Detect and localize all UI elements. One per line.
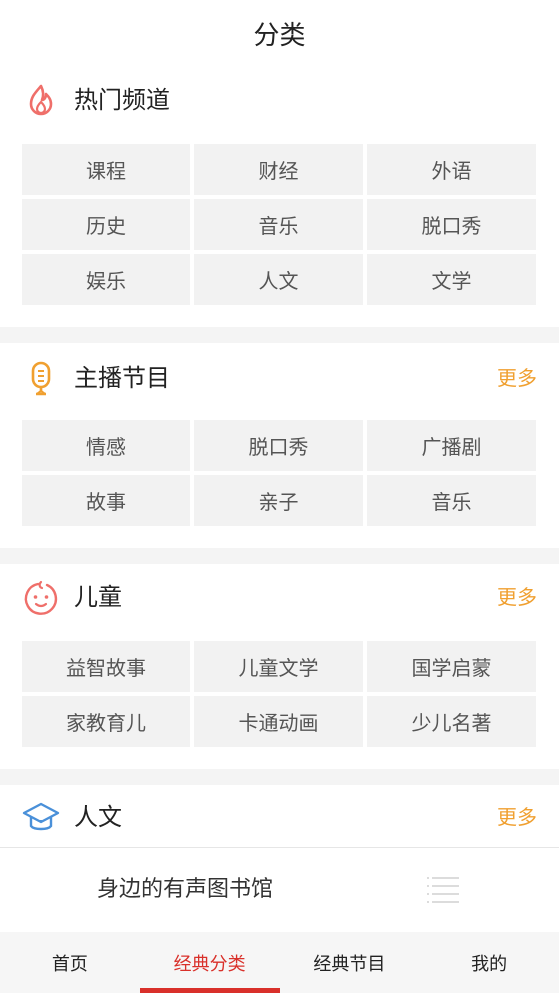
category-cell[interactable]: 情感 [22, 420, 190, 471]
category-cell[interactable]: 广播剧 [367, 420, 536, 471]
category-cell[interactable]: 益智故事 [22, 641, 190, 692]
category-cell[interactable]: 国学启蒙 [367, 641, 536, 692]
category-cell[interactable]: 脱口秀 [194, 420, 363, 471]
section-separator [0, 327, 559, 343]
hot-channels-header: 热门频道 [0, 70, 559, 130]
category-cell[interactable]: 课程 [22, 144, 190, 195]
hot-channels-grid: 课程 财经 外语 历史 音乐 脱口秀 娱乐 人文 文学 [22, 144, 537, 305]
category-cell[interactable]: 历史 [22, 199, 190, 250]
hot-channels-section: 热门频道 课程 财经 外语 历史 音乐 脱口秀 娱乐 人文 文学 [0, 66, 559, 326]
kids-header: 儿童 更多 [0, 567, 559, 627]
hot-channels-title: 热门频道 [74, 86, 170, 114]
tab-label: 首页 [51, 953, 88, 975]
category-cell[interactable]: 家教育儿 [22, 696, 190, 747]
category-cell[interactable]: 脱口秀 [367, 199, 536, 250]
tab-label: 经典分类 [173, 953, 246, 975]
anchor-programs-more-link[interactable]: 更多 [497, 348, 537, 408]
category-cell[interactable]: 娱乐 [22, 254, 190, 305]
kids-more-link[interactable]: 更多 [497, 567, 537, 627]
humanities-more-link[interactable]: 更多 [497, 787, 537, 847]
graduation-cap-icon [22, 802, 60, 831]
tab-classic-categories[interactable]: 经典分类 [139, 932, 280, 993]
section-separator [0, 548, 559, 564]
section-separator [0, 769, 559, 785]
active-tab-indicator [139, 988, 280, 993]
library-banner[interactable]: 身边的有声图书馆 [0, 848, 559, 932]
category-cell[interactable]: 人文 [194, 254, 363, 305]
category-cell[interactable]: 亲子 [194, 475, 363, 526]
anchor-programs-grid: 情感 脱口秀 广播剧 故事 亲子 音乐 [22, 420, 537, 526]
tab-classic-programs[interactable]: 经典节目 [280, 932, 420, 993]
tab-label: 我的 [471, 953, 508, 975]
humanities-section: 人文 更多 [0, 785, 559, 847]
baby-face-icon [24, 580, 58, 615]
flame-icon [29, 84, 53, 116]
kids-title: 儿童 [74, 583, 122, 611]
category-cell[interactable]: 音乐 [367, 475, 536, 526]
humanities-title: 人文 [74, 803, 122, 831]
page-title: 分类 [253, 20, 306, 51]
humanities-header: 人文 更多 [0, 787, 559, 847]
category-cell[interactable]: 少儿名著 [367, 696, 536, 747]
microphone-icon [31, 361, 51, 396]
tab-mine[interactable]: 我的 [419, 932, 559, 993]
category-cell[interactable]: 音乐 [194, 199, 363, 250]
bottom-tab-bar: 首页 经典分类 经典节目 我的 [0, 932, 559, 993]
anchor-programs-section: 主播节目 更多 情感 脱口秀 广播剧 故事 亲子 音乐 [0, 343, 559, 548]
kids-section: 儿童 更多 益智故事 儿童文学 国学启蒙 家教育儿 卡通动画 少儿名著 [0, 564, 559, 769]
menu-lines-icon[interactable] [426, 876, 460, 906]
tab-home[interactable]: 首页 [0, 932, 140, 993]
category-cell[interactable]: 财经 [194, 144, 363, 195]
category-cell[interactable]: 故事 [22, 475, 190, 526]
category-cell[interactable]: 外语 [367, 144, 536, 195]
anchor-programs-title: 主播节目 [74, 364, 170, 392]
category-cell[interactable]: 儿童文学 [194, 641, 363, 692]
library-banner-text: 身边的有声图书馆 [97, 877, 274, 902]
category-cell[interactable]: 文学 [367, 254, 536, 305]
anchor-programs-header: 主播节目 更多 [0, 348, 559, 408]
category-cell[interactable]: 卡通动画 [194, 696, 363, 747]
kids-grid: 益智故事 儿童文学 国学启蒙 家教育儿 卡通动画 少儿名著 [22, 641, 537, 747]
tab-label: 经典节目 [313, 953, 386, 975]
